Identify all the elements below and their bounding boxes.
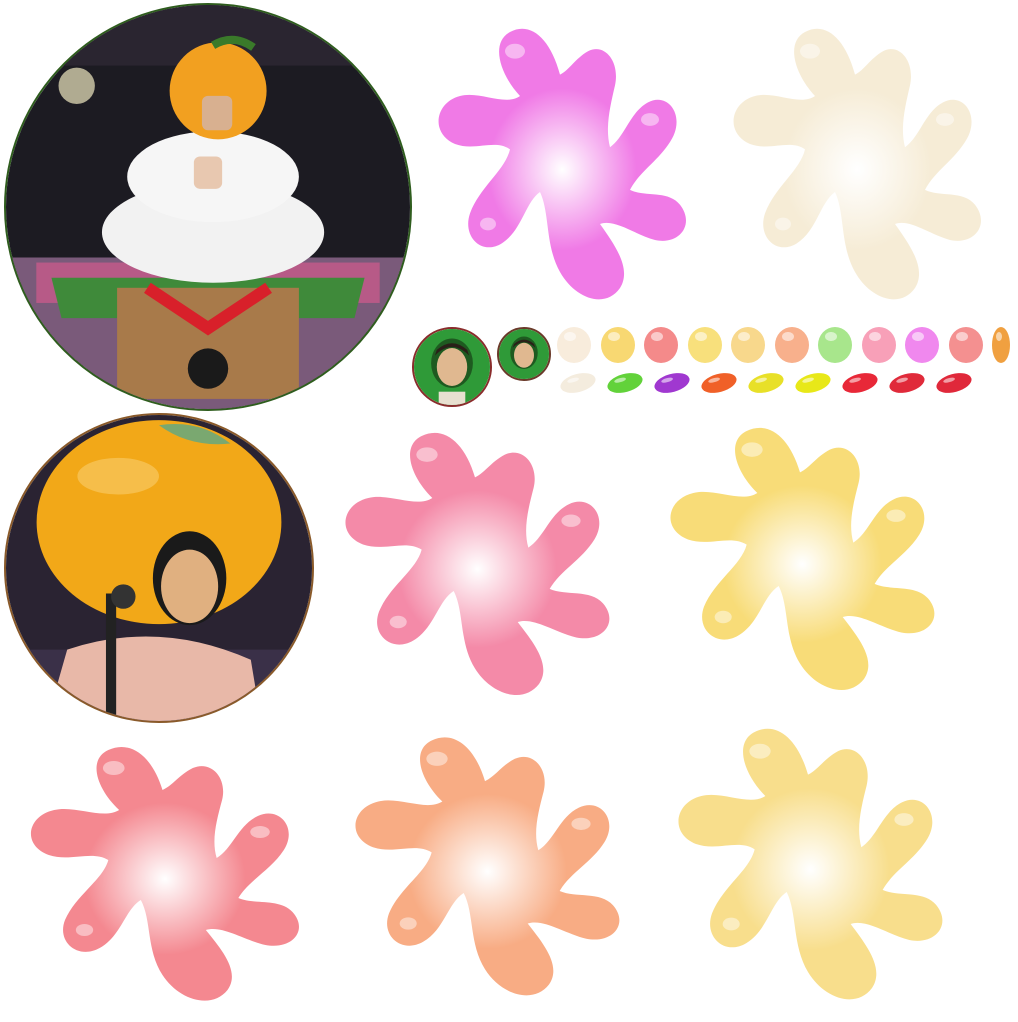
splat-cream-faded (705, 0, 1005, 320)
splat-magenta (410, 0, 710, 320)
performer-in-kagami-mochi-costume-icon (6, 5, 410, 409)
bean-sprite (793, 369, 833, 397)
splat-pink (315, 405, 635, 715)
bean-sprite (652, 369, 692, 397)
splat-light-yellow (648, 700, 968, 1020)
dot-sprite (600, 327, 635, 363)
bean-sprite (934, 369, 974, 397)
avatar-green-frame-small (497, 327, 551, 381)
dot-sprite (774, 327, 809, 363)
bean-sprite (840, 369, 880, 397)
dot-sprite (905, 327, 939, 363)
dot-sprite (557, 327, 591, 363)
dot-sprite (731, 327, 765, 363)
photo-kagami-mochi-costume (4, 3, 412, 411)
bean-sprite (746, 369, 786, 397)
performer-in-orange-head-costume-icon (6, 415, 312, 721)
dot-sprite (948, 327, 983, 363)
splat-salmon (0, 720, 325, 1020)
dot-sprite (687, 327, 722, 363)
dot-sprite (992, 327, 1010, 363)
face-avatar-icon (499, 329, 549, 379)
photo-orange-head-costume (4, 413, 314, 723)
dot-sprite (861, 327, 896, 363)
dot-sprite (818, 327, 852, 363)
face-avatar-icon (414, 329, 490, 405)
bean-sprite (605, 369, 645, 397)
avatar-green-frame-large (412, 327, 492, 407)
bean-sprite (887, 369, 927, 397)
dot-sprite (644, 327, 678, 363)
bean-sprite (699, 369, 739, 397)
splat-yellow (640, 400, 960, 710)
splat-peach (325, 710, 645, 1015)
bean-sprite (558, 369, 598, 397)
